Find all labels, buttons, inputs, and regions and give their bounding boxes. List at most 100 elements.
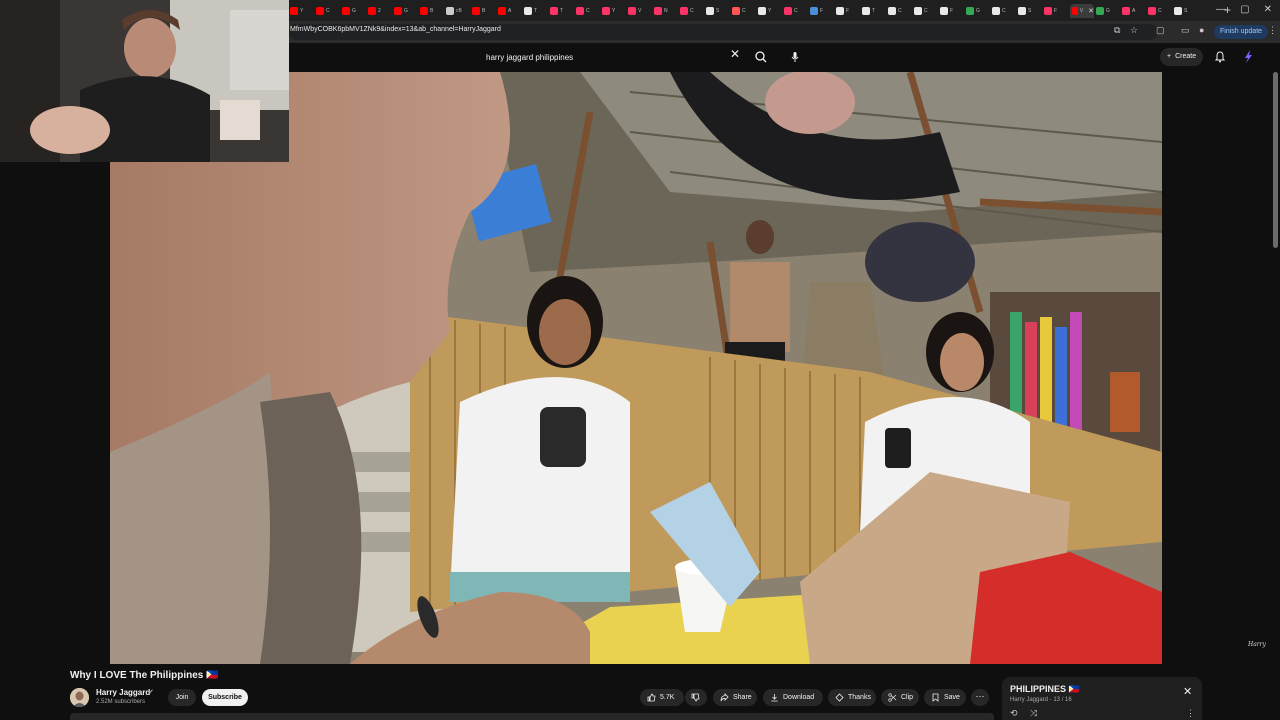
share-button[interactable]: Share — [713, 689, 757, 706]
playlist-title[interactable]: PHILIPPINES 🇵🇭 — [1010, 684, 1080, 695]
playlist-menu-icon[interactable]: ⋮ — [1186, 708, 1195, 719]
browser-tab[interactable]: C — [316, 4, 340, 18]
download-button[interactable]: Download — [763, 689, 823, 706]
close-tab-icon[interactable]: ✕ — [1088, 7, 1094, 15]
tab-favicon-icon — [1148, 7, 1156, 15]
tab-favicon-icon — [654, 7, 662, 15]
clip-button[interactable]: Clip — [881, 689, 919, 706]
browser-tab[interactable]: S — [706, 4, 730, 18]
url-text[interactable]: MfmWbyCOBK6pbMV1ZNk9&index=13&ab_channel… — [290, 26, 501, 33]
loop-playlist-icon[interactable]: ⟲ — [1010, 708, 1018, 719]
profile-icon[interactable]: ● — [1199, 25, 1204, 35]
more-actions-button[interactable]: ⋯ — [971, 689, 989, 706]
browser-tab[interactable]: C — [732, 4, 756, 18]
browser-tab[interactable]: C — [1148, 4, 1172, 18]
tab-title: T — [560, 8, 564, 14]
browser-tab[interactable]: F — [810, 4, 834, 18]
clip-label: Clip — [901, 694, 914, 701]
create-button[interactable]: + Create — [1160, 48, 1204, 66]
install-app-icon[interactable]: ⧉ — [1114, 25, 1120, 36]
tab-favicon-icon — [1044, 7, 1052, 15]
close-playlist-icon[interactable]: ✕ — [1183, 685, 1192, 698]
url-box[interactable]: MfmWbyCOBK6pbMV1ZNk9&index=13&ab_channel… — [288, 24, 1158, 40]
dislike-button[interactable] — [685, 689, 707, 706]
channel-watermark[interactable]: Harry — [1248, 641, 1266, 648]
join-button[interactable]: Join — [168, 689, 196, 706]
browser-tab[interactable]: C — [784, 4, 808, 18]
tab-title: B — [430, 8, 434, 14]
save-label: Save — [944, 694, 960, 701]
window-controls: — ▢ ✕ — [1216, 4, 1272, 15]
browser-tab[interactable]: T — [862, 4, 886, 18]
browser-tab[interactable]: 2 — [368, 4, 392, 18]
tab-favicon-icon — [576, 7, 584, 15]
browser-tab[interactable]: V ✕ — [1070, 4, 1094, 18]
description-box[interactable] — [70, 713, 994, 720]
tab-title: G — [976, 8, 980, 14]
like-button[interactable]: 5.7K — [640, 689, 684, 706]
shuffle-playlist-icon[interactable]: ⤨ — [1030, 708, 1037, 719]
bookmark-star-icon[interactable]: ☆ — [1130, 25, 1138, 36]
browser-tab[interactable]: F — [940, 4, 964, 18]
browser-tab[interactable]: V — [628, 4, 652, 18]
voice-search-button[interactable] — [786, 48, 804, 66]
tab-title: 2 — [378, 8, 381, 14]
page-scrollbar[interactable] — [1273, 72, 1278, 248]
clear-search-icon[interactable]: ✕ — [730, 47, 740, 61]
finish-update-button[interactable]: Finish update — [1214, 25, 1269, 39]
browser-tab[interactable]: cB — [446, 4, 470, 18]
browser-tab[interactable]: A — [1122, 4, 1146, 18]
search-input[interactable]: harry jaggard philippines — [486, 53, 573, 62]
browser-tab[interactable]: G — [966, 4, 990, 18]
tab-favicon-icon — [524, 7, 532, 15]
tab-title: G — [352, 8, 356, 14]
subscribe-button[interactable]: Subscribe — [202, 689, 248, 706]
browser-tab[interactable]: C — [888, 4, 912, 18]
browser-tab[interactable]: C — [992, 4, 1016, 18]
browser-tab[interactable]: G — [1096, 4, 1120, 18]
browser-tab[interactable]: Y — [290, 4, 314, 18]
tab-favicon-icon — [888, 7, 896, 15]
channel-name[interactable]: Harry Jaggard — [96, 688, 150, 697]
tab-title: C — [1002, 8, 1006, 14]
browser-tab[interactable]: F — [1044, 4, 1068, 18]
search-button[interactable] — [750, 47, 772, 67]
extensions-icon[interactable]: ▢ — [1156, 25, 1165, 36]
thanks-button[interactable]: Thanks — [828, 689, 876, 706]
browser-tab[interactable]: C — [680, 4, 704, 18]
browser-tab[interactable]: N — [654, 4, 678, 18]
browser-tab[interactable]: G — [394, 4, 418, 18]
tab-title: B — [482, 8, 486, 14]
maximize-icon[interactable]: ▢ — [1240, 4, 1249, 15]
download-label: Download — [783, 694, 815, 701]
browser-tab[interactable]: S — [1018, 4, 1042, 18]
tab-strip: Y C G 2 G BcB B A T T C Y V N C S C Y C F F T C C F G C S F V ✕ G A C S — [290, 4, 1198, 18]
browser-tab[interactable]: T — [550, 4, 574, 18]
browser-tab[interactable]: G — [342, 4, 366, 18]
notifications-bell-icon[interactable] — [1213, 50, 1227, 64]
browser-tab[interactable]: C — [914, 4, 938, 18]
subscriber-count: 2.52M subscribers — [96, 699, 146, 705]
browser-tab[interactable]: T — [524, 4, 548, 18]
browser-tab[interactable]: B — [420, 4, 444, 18]
tab-favicon-icon — [1174, 7, 1182, 15]
channel-avatar[interactable] — [70, 688, 89, 707]
minimize-icon[interactable]: — — [1216, 4, 1226, 15]
verified-badge-icon: ✔ — [148, 689, 154, 696]
browser-tab[interactable]: B — [472, 4, 496, 18]
browser-menu-icon[interactable]: ⋮ — [1268, 25, 1277, 36]
browser-tab[interactable]: F — [836, 4, 860, 18]
downloads-icon[interactable]: ▭ — [1181, 25, 1190, 36]
browser-tab[interactable]: A — [498, 4, 522, 18]
save-button[interactable]: Save — [924, 689, 966, 706]
tab-title: S — [1028, 8, 1032, 14]
browser-tab[interactable]: Y — [758, 4, 782, 18]
create-label: Create — [1175, 53, 1197, 60]
browser-tab[interactable]: Y — [602, 4, 626, 18]
tab-favicon-icon — [602, 7, 610, 15]
tab-favicon-icon — [420, 7, 428, 15]
account-avatar[interactable] — [1241, 49, 1256, 64]
close-window-icon[interactable]: ✕ — [1264, 4, 1272, 15]
browser-tab[interactable]: S — [1174, 4, 1198, 18]
browser-tab[interactable]: C — [576, 4, 600, 18]
